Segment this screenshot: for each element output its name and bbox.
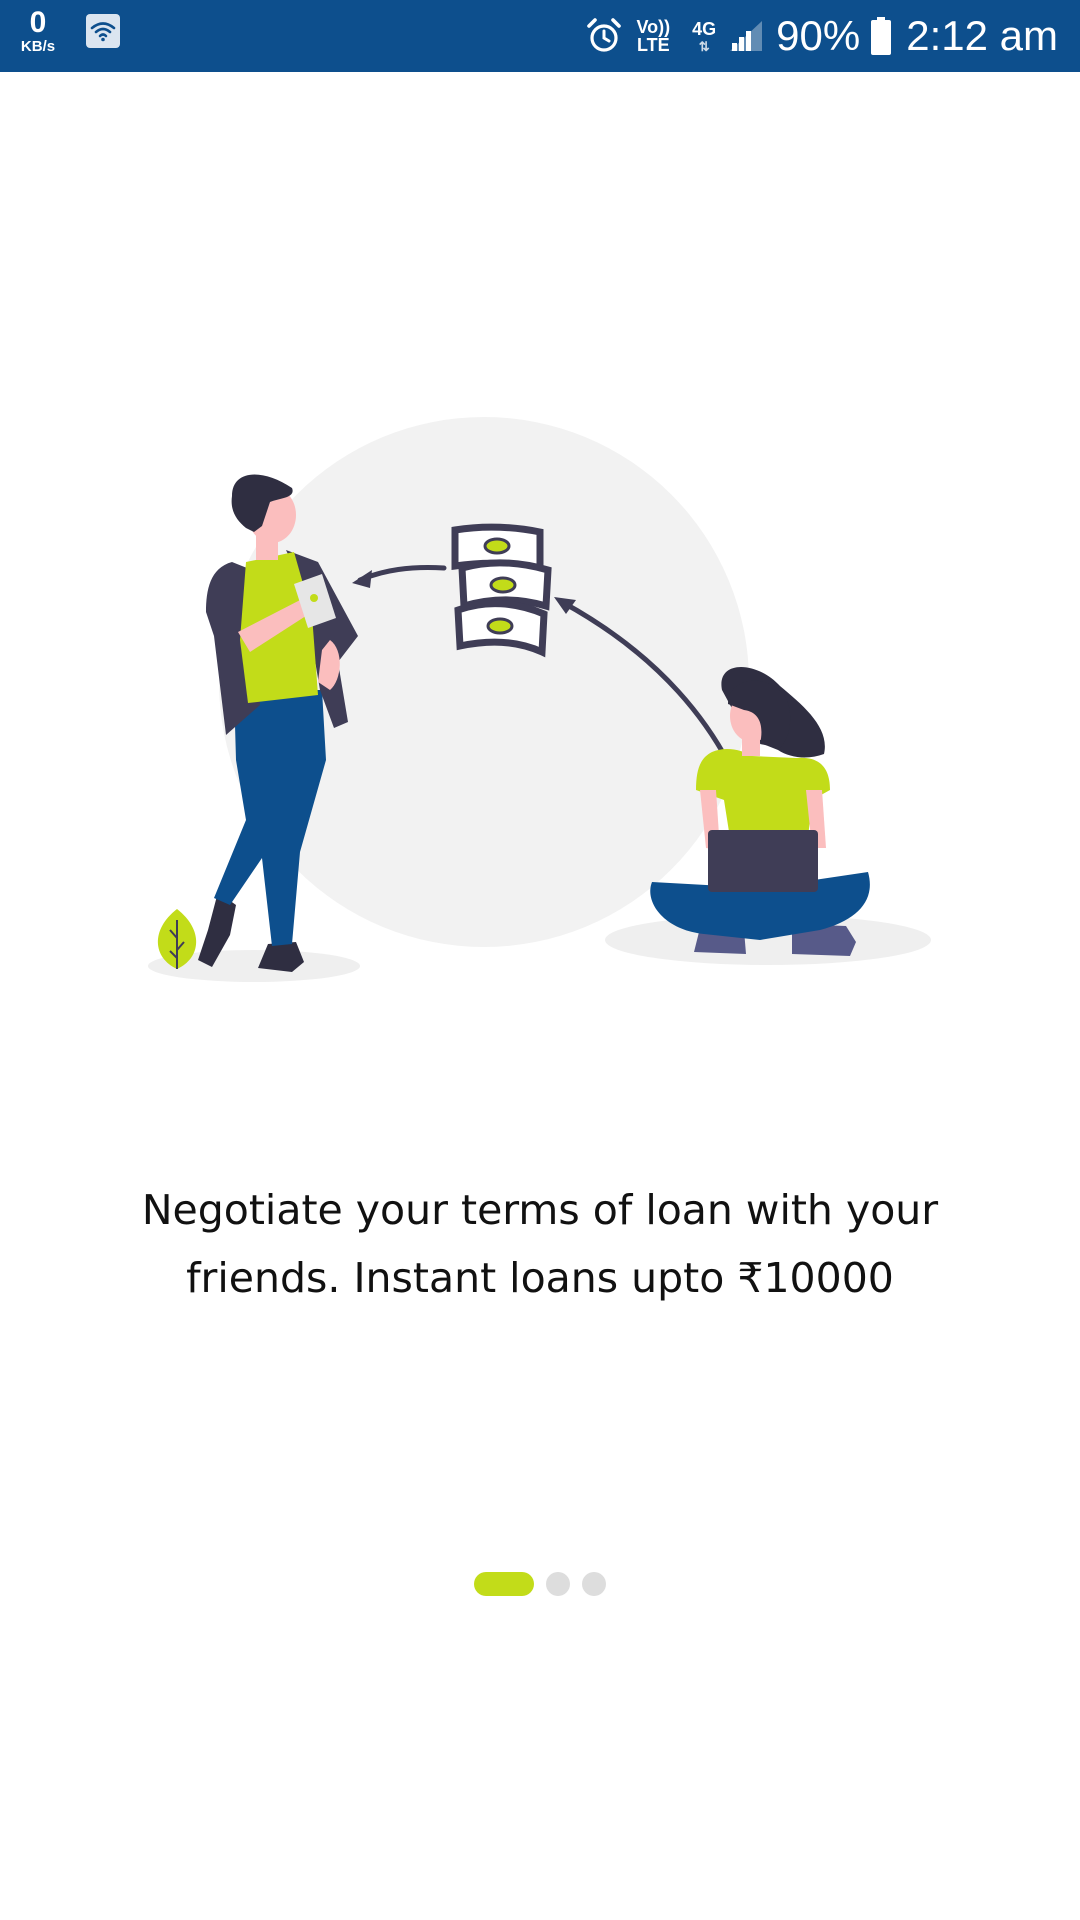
- money-stack-icon: [451, 523, 552, 658]
- page-indicator-dot-1[interactable]: [474, 1572, 534, 1596]
- page-indicator: [0, 1572, 1080, 1596]
- onboarding-illustration: [148, 417, 931, 982]
- onboarding-caption: Negotiate your terms of loan with your f…: [80, 1176, 1000, 1312]
- caption-line-1: Negotiate your terms of loan with your: [141, 1186, 939, 1234]
- caption-line-2: friends. Instant loans upto ₹10000: [186, 1254, 894, 1302]
- page-indicator-dot-2[interactable]: [546, 1572, 570, 1596]
- page-indicator-dot-3[interactable]: [582, 1572, 606, 1596]
